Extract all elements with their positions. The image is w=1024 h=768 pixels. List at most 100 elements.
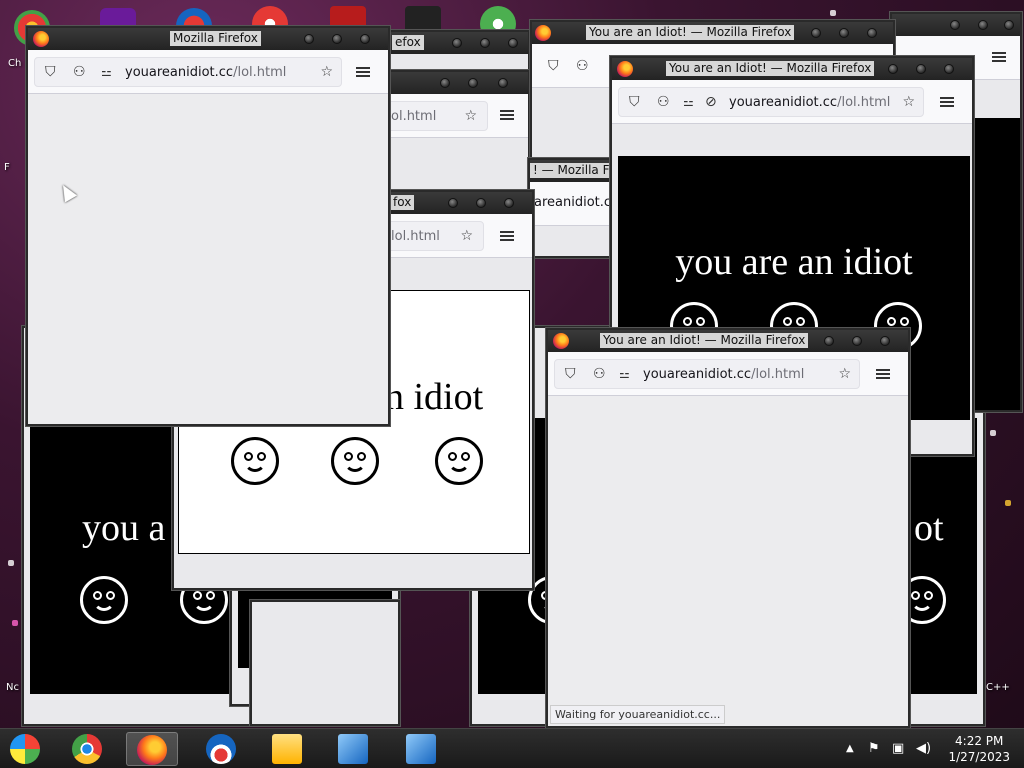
minimize-button[interactable]	[304, 34, 314, 44]
titlebar[interactable]: ! — Mozilla Fir	[530, 160, 616, 182]
site-info-icon[interactable]: ⚍	[101, 65, 112, 79]
show-hidden-icons-icon[interactable]: ▲	[846, 743, 854, 754]
page-content	[972, 118, 1020, 410]
titlebar[interactable]: Mozilla Firefox	[28, 28, 388, 50]
maximize-button[interactable]	[476, 198, 486, 208]
minimize-button[interactable]	[448, 198, 458, 208]
taskbar-installer[interactable]	[328, 732, 380, 766]
maximize-button[interactable]	[852, 336, 862, 346]
url-text: youareanidiot.cc/lol.html	[729, 95, 891, 110]
firefox-window-active[interactable]: Mozilla Firefox ⛉ ⚇ ⚍ youareanidiot.cc/l…	[26, 26, 390, 426]
bookmark-star-icon[interactable]: ☆	[902, 95, 915, 109]
hamburger-menu-icon[interactable]	[500, 108, 514, 122]
close-button[interactable]	[360, 34, 370, 44]
bookmark-star-icon[interactable]: ☆	[460, 229, 473, 243]
firefox-logo-icon	[617, 61, 633, 77]
minimize-button[interactable]	[811, 28, 821, 38]
taskbar-explorer[interactable]	[262, 732, 314, 766]
close-button[interactable]	[880, 336, 890, 346]
hamburger-menu-icon[interactable]	[356, 65, 370, 79]
taskbar-firefox[interactable]	[126, 732, 178, 766]
shield-icon[interactable]: ⛉	[629, 95, 640, 109]
hamburger-menu-icon[interactable]	[500, 229, 514, 243]
firefox-window-loading[interactable]: You are an Idiot! — Mozilla Firefox ⛉ ⚇ …	[546, 328, 910, 728]
clock-date: 1/27/2023	[948, 750, 1010, 764]
page-content: Waiting for youareanidiot.cc...	[548, 396, 908, 726]
taskbar-chrome[interactable]	[62, 732, 114, 766]
url-bar[interactable]: ⛉ ⚇ ⚍ youareanidiot.cc/lol.html ☆	[554, 359, 860, 389]
start-button[interactable]	[2, 732, 54, 766]
taskbar-installer[interactable]	[396, 732, 448, 766]
titlebar[interactable]	[892, 14, 1020, 36]
titlebar[interactable]: You are an Idiot! — Mozilla Firefox	[612, 58, 972, 80]
window-title: You are an Idiot! — Mozilla Firefox	[666, 61, 875, 76]
tracking-blocked-icon[interactable]: ⊘	[705, 95, 717, 109]
bookmark-star-icon[interactable]: ☆	[320, 65, 333, 79]
idiot-text: ot	[914, 507, 944, 549]
permissions-icon[interactable]: ⚇	[576, 59, 589, 73]
folder-icon	[272, 734, 302, 764]
window-title: You are an Idiot! — Mozilla Firefox	[600, 333, 809, 348]
titlebar[interactable]: You are an Idiot! — Mozilla Firefox	[532, 22, 893, 44]
confetti-decoration	[8, 560, 14, 566]
firefox-window-background[interactable]	[250, 600, 400, 726]
url-bar[interactable]: ⛉ ⚇ ⚍ youareanidiot.cc/lol.html ☆	[34, 57, 342, 87]
close-button[interactable]	[508, 38, 518, 48]
close-button[interactable]	[498, 78, 508, 88]
titlebar[interactable]: You are an Idiot! — Mozilla Firefox	[548, 330, 908, 352]
url-text: ol.html	[391, 109, 437, 124]
idiot-text: n idiot	[385, 376, 484, 418]
desktop-icon-label: F	[4, 162, 10, 173]
maximize-button[interactable]	[916, 64, 926, 74]
minimize-button[interactable]	[452, 38, 462, 48]
titlebar[interactable]	[372, 72, 528, 94]
maximize-button[interactable]	[468, 78, 478, 88]
hamburger-menu-icon[interactable]	[940, 95, 954, 109]
site-info-icon[interactable]: ⚍	[619, 367, 630, 381]
desktop-icon-label: C++	[986, 682, 1010, 693]
bookmark-star-icon[interactable]: ☆	[464, 109, 477, 123]
close-button[interactable]	[1004, 20, 1014, 30]
permissions-icon[interactable]: ⚇	[593, 367, 606, 381]
installer-icon	[406, 734, 436, 764]
installer-icon	[338, 734, 368, 764]
toolbar: areanidiot.cc	[530, 182, 616, 226]
url-bar[interactable]: ⛉ ⚇ ⚍ ⊘ youareanidiot.cc/lol.html ☆	[618, 87, 924, 117]
shield-icon[interactable]: ⛉	[548, 59, 559, 73]
minimize-button[interactable]	[888, 64, 898, 74]
hamburger-menu-icon[interactable]	[876, 367, 890, 381]
site-info-icon[interactable]: ⚍	[683, 95, 694, 109]
network-icon[interactable]: ▣	[892, 741, 904, 756]
permissions-icon[interactable]: ⚇	[73, 65, 86, 79]
titlebar[interactable]: efox	[372, 32, 528, 54]
hamburger-menu-icon[interactable]	[992, 50, 1006, 64]
taskbar-obama[interactable]	[196, 732, 248, 766]
close-button[interactable]	[504, 198, 514, 208]
maximize-button[interactable]	[332, 34, 342, 44]
permissions-icon[interactable]: ⚇	[657, 95, 670, 109]
maximize-button[interactable]	[978, 20, 988, 30]
toolbar: ⛉ ⚇ ⚍ youareanidiot.cc/lol.html ☆	[28, 50, 388, 94]
url-text: lol.html	[391, 229, 440, 244]
system-clock[interactable]: 4:22 PM 1/27/2023	[948, 733, 1010, 765]
firefox-window-background[interactable]: ol.html ☆	[370, 70, 530, 200]
maximize-button[interactable]	[480, 38, 490, 48]
window-title: Mozilla Firefox	[170, 31, 261, 46]
close-button[interactable]	[867, 28, 877, 38]
shield-icon[interactable]: ⛉	[565, 367, 576, 381]
minimize-button[interactable]	[440, 78, 450, 88]
maximize-button[interactable]	[839, 28, 849, 38]
action-center-flag-icon[interactable]: ⚑	[868, 741, 880, 756]
url-text: youareanidiot.cc/lol.html	[125, 65, 287, 80]
shield-icon[interactable]: ⛉	[45, 65, 56, 79]
confetti-decoration	[12, 620, 18, 626]
minimize-button[interactable]	[824, 336, 834, 346]
bookmark-star-icon[interactable]: ☆	[838, 367, 851, 381]
close-button[interactable]	[944, 64, 954, 74]
firefox-window-background[interactable]: ! — Mozilla Fir areanidiot.cc	[528, 158, 618, 258]
chrome-icon	[72, 734, 102, 764]
url-text: youareanidiot.cc/lol.html	[643, 367, 805, 382]
window-title: efox	[392, 35, 424, 50]
volume-icon[interactable]: ◀)	[916, 741, 931, 756]
minimize-button[interactable]	[950, 20, 960, 30]
